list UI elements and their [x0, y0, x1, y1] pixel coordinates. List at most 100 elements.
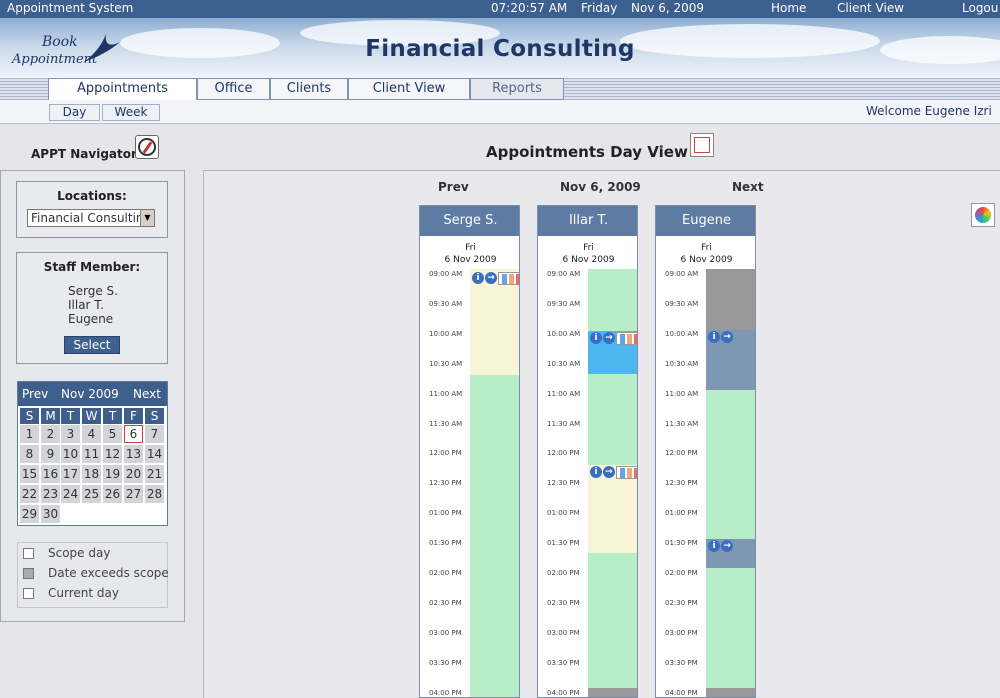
select-staff-button[interactable]: Select: [64, 336, 120, 354]
column-date-text: 6 Nov 2009: [444, 255, 497, 265]
arrow-right-icon[interactable]: →: [603, 466, 615, 478]
clock-time: 07:20:57 AM: [491, 1, 568, 15]
time-slot-label: 03:00 PM: [547, 628, 580, 637]
staff-column-serge: Serge S. Fri 6 Nov 2009 09:00 AM 09:30 AM…: [419, 205, 520, 698]
calendar-day[interactable]: 2: [41, 425, 60, 443]
calendar-next-link[interactable]: Next: [133, 387, 161, 401]
color-wheel-icon[interactable]: [971, 203, 995, 227]
arrow-right-icon[interactable]: →: [721, 331, 733, 343]
time-slot-label: 03:30 PM: [665, 658, 698, 667]
time-slot-label: 11:00 AM: [429, 389, 463, 398]
time-slot-label: 04:00 PM: [429, 688, 462, 697]
tab-client-view[interactable]: Client View: [348, 78, 470, 100]
calendar-day[interactable]: 15: [20, 465, 39, 483]
day-view-button[interactable]: Day: [49, 104, 100, 121]
info-icon[interactable]: i: [708, 331, 720, 343]
tab-appointments[interactable]: Appointments: [48, 78, 197, 101]
available-slot[interactable]: [470, 375, 519, 697]
weekday-header: F: [124, 408, 143, 424]
calendar-day[interactable]: 14: [145, 445, 164, 463]
client-view-link[interactable]: Client View: [837, 1, 904, 15]
calendar-day[interactable]: 18: [82, 465, 101, 483]
calendar-day[interactable]: 7: [145, 425, 164, 443]
top-bar: Appointment System 07:20:57 AM Friday No…: [0, 0, 1000, 18]
arrow-right-icon[interactable]: →: [603, 332, 615, 344]
calendar-day[interactable]: 12: [103, 445, 122, 463]
column-header: Serge S.: [420, 206, 519, 236]
column-header: Illar T.: [538, 206, 637, 236]
calendar-day[interactable]: 23: [41, 485, 60, 503]
time-slot-label: 10:30 AM: [547, 359, 581, 368]
logout-link[interactable]: Logou: [962, 1, 998, 15]
time-slot-label: 10:00 AM: [429, 329, 463, 338]
calendar-day[interactable]: 30: [41, 505, 60, 523]
time-slot-label: 01:30 PM: [547, 539, 580, 548]
calendar-day[interactable]: 24: [61, 485, 80, 503]
arrow-right-icon[interactable]: →: [485, 272, 497, 284]
available-slot[interactable]: [588, 374, 637, 465]
compass-icon[interactable]: [135, 135, 159, 159]
available-slot[interactable]: [588, 269, 637, 331]
prev-day-link[interactable]: Prev: [438, 180, 469, 194]
info-icon[interactable]: i: [590, 332, 602, 344]
status-bars-icon[interactable]: [616, 332, 637, 345]
calendar-day[interactable]: 25: [82, 485, 101, 503]
tab-office[interactable]: Office: [197, 78, 270, 100]
calendar-month-label: Nov 2009: [61, 387, 119, 401]
info-icon[interactable]: i: [472, 272, 484, 284]
clock-icon[interactable]: [690, 133, 714, 157]
time-slot-label: 12:30 PM: [547, 479, 580, 488]
tab-clients[interactable]: Clients: [270, 78, 348, 100]
calendar-day[interactable]: 1: [20, 425, 39, 443]
calendar-day[interactable]: 3: [61, 425, 80, 443]
page-brand-title: Financial Consulting: [365, 36, 635, 62]
home-link[interactable]: Home: [771, 1, 806, 15]
staff-column-eugene: Eugene Fri 6 Nov 2009 09:00 AM 09:30 AM 10…: [655, 205, 756, 698]
calendar-day[interactable]: 5: [103, 425, 122, 443]
next-day-link[interactable]: Next: [732, 180, 764, 194]
location-select-value: Financial Consulting: [31, 211, 152, 225]
calendar-day[interactable]: 26: [103, 485, 122, 503]
calendar-day[interactable]: 22: [20, 485, 39, 503]
calendar-day-current[interactable]: 6: [124, 425, 143, 443]
calendar-day[interactable]: 27: [124, 485, 143, 503]
calendar-day[interactable]: 19: [103, 465, 122, 483]
time-slot-label: 01:30 PM: [429, 539, 462, 548]
arrow-right-icon[interactable]: →: [721, 540, 733, 552]
column-weekday: Fri: [583, 243, 594, 253]
location-select[interactable]: Financial Consulting ▼: [27, 209, 155, 227]
available-slot[interactable]: [588, 553, 637, 688]
calendar-day[interactable]: 10: [61, 445, 80, 463]
time-slot-label: 10:30 AM: [429, 359, 463, 368]
calendar-day[interactable]: 28: [145, 485, 164, 503]
calendar-prev-link[interactable]: Prev: [22, 387, 48, 401]
info-icon[interactable]: i: [590, 466, 602, 478]
time-slot-label: 03:30 PM: [429, 658, 462, 667]
status-bars-icon[interactable]: [498, 272, 519, 285]
calendar-day[interactable]: 29: [20, 505, 39, 523]
weekday-header: M: [41, 408, 60, 424]
calendar-day[interactable]: 11: [82, 445, 101, 463]
calendar-day[interactable]: 16: [41, 465, 60, 483]
time-slot-label: 02:30 PM: [547, 598, 580, 607]
weekday-header: T: [61, 408, 80, 424]
week-view-button[interactable]: Week: [102, 104, 160, 121]
day-view-date: Nov 6, 2009: [560, 180, 641, 194]
status-bars-icon[interactable]: [616, 466, 637, 479]
available-slot[interactable]: [706, 568, 755, 688]
tab-reports[interactable]: Reports: [470, 78, 564, 100]
legend-date-exceeds-scope: Date exceeds scope: [48, 566, 169, 580]
available-slot[interactable]: [706, 390, 755, 539]
calendar-day[interactable]: 20: [124, 465, 143, 483]
calendar-day[interactable]: 8: [20, 445, 39, 463]
info-icon[interactable]: i: [708, 540, 720, 552]
calendar-day[interactable]: 21: [145, 465, 164, 483]
calendar-day[interactable]: 4: [82, 425, 101, 443]
calendar-day[interactable]: 13: [124, 445, 143, 463]
time-slot-label: 01:00 PM: [547, 509, 580, 518]
time-slot-label: 11:30 AM: [547, 419, 581, 428]
time-slot-label: 02:30 PM: [429, 598, 462, 607]
chevron-down-icon[interactable]: ▼: [140, 210, 154, 226]
calendar-day[interactable]: 17: [61, 465, 80, 483]
calendar-day[interactable]: 9: [41, 445, 60, 463]
